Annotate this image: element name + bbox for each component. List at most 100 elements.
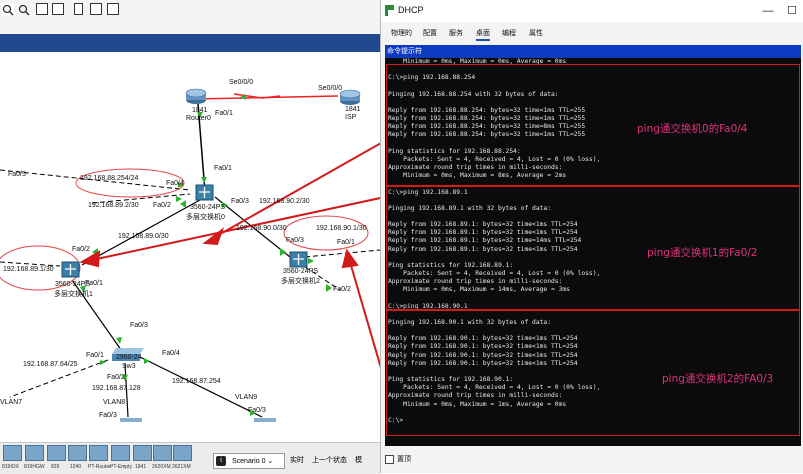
device-label: PT-Empty <box>110 464 132 470</box>
search-icon[interactable] <box>2 3 14 16</box>
palette-icon[interactable] <box>90 3 102 15</box>
label-ip-254: 192.168.88.254/24 <box>80 175 139 182</box>
label-r0-fa01: Fa0/1 <box>215 110 233 117</box>
ms0-label: 多层交换机0 <box>186 214 225 221</box>
device-2620xm-icon[interactable] <box>153 445 172 461</box>
label-ip-902: 192.168.90.2/30 <box>259 198 310 205</box>
pc-vlan8-icon[interactable] <box>120 418 142 422</box>
label-ip-891: 192.168.89.1/30 <box>3 266 54 273</box>
device-label: 1240 <box>70 464 82 470</box>
topology-header-bar <box>0 34 380 52</box>
highlight-ms2-fa03 <box>283 215 369 251</box>
device-label: 2620XM <box>152 464 171 470</box>
tab-physical[interactable]: 物理的 <box>391 28 412 38</box>
label-ms0-fa02: Fa0/2 <box>153 202 171 209</box>
device-label: 829 <box>51 464 60 470</box>
always-on-top-checkbox[interactable] <box>385 455 394 464</box>
router0-label: Router0 <box>186 115 211 122</box>
window-titlebar: DHCP — ☐ <box>381 0 803 22</box>
device-829-icon[interactable] <box>47 445 66 461</box>
isp-model: 1841 <box>345 106 361 113</box>
label-sw3-fa01: Fa0/1 <box>86 352 104 359</box>
label-ip-8764: 192.168.87.64/25 <box>23 361 78 368</box>
annotation-ms2: ping通交换机2的FA0/3 <box>662 373 774 385</box>
tab-bar: 物理的 配置 服务 桌面 编程 属性 <box>381 22 803 42</box>
device-pt-empty-icon[interactable] <box>111 445 130 461</box>
ms1-label: 多层交换机1 <box>54 291 93 298</box>
simulation-label[interactable]: 模 <box>355 455 362 465</box>
router0-model: 1841 <box>192 107 208 114</box>
label-se-right: Se0/0/0 <box>318 85 343 92</box>
previous-state-button[interactable]: 上一个状态 <box>312 455 347 465</box>
multilayer-switch1-icon[interactable] <box>61 261 80 278</box>
tab-programming[interactable]: 编程 <box>502 28 516 38</box>
ms2-label: 多层交换机2 <box>281 278 320 285</box>
pc-vlan9-icon[interactable] <box>254 418 276 422</box>
annotation-ms1: ping通交换机1的Fa0/2 <box>647 247 758 259</box>
command-prompt-header: 命令提示符 <box>385 45 801 58</box>
label-ms1-fa01: Fa0/1 <box>85 280 103 287</box>
zoom-icon[interactable] <box>18 3 30 16</box>
label-vlan8: VLAN8 <box>103 399 126 406</box>
isp-router-icon[interactable] <box>339 89 361 105</box>
label-ip-87128: 192.168.87.128 <box>92 385 141 392</box>
label-ms2-fa03: Fa0/3 <box>286 237 304 244</box>
tab-config[interactable]: 配置 <box>423 28 437 38</box>
ms0-model: 3560-24PS <box>190 204 226 211</box>
label-ip-900: 192.168.90.0/30 <box>236 225 287 232</box>
label-se-left: Se0/0/0 <box>229 79 254 86</box>
device-819hgw-icon[interactable] <box>25 445 44 461</box>
label-fa03-b: Fa0/3 <box>248 407 266 414</box>
topology-canvas[interactable]: Se0/0/0 Se0/0/0 1841 Router0 Fa0/1 1841 … <box>0 52 380 442</box>
device-1240-icon[interactable] <box>68 445 87 461</box>
scenario-value: Scenario 0 <box>232 458 266 465</box>
sw3-label: Sw3 <box>122 363 136 370</box>
label-sw3-fa02: Fa0/2 <box>107 374 125 381</box>
device-1841-icon[interactable] <box>133 445 152 461</box>
maximize-button[interactable]: ☐ <box>783 2 801 20</box>
device-label: 2621XM <box>172 464 191 470</box>
device-label: 819IOX <box>2 464 19 470</box>
device-label: PT-Router <box>88 464 111 470</box>
link-ms2-out <box>304 249 380 258</box>
label-ms0-fa04: Fa0/4 <box>166 180 184 187</box>
device-819iox-icon[interactable] <box>3 445 22 461</box>
device-pt-router-icon[interactable] <box>89 445 108 461</box>
ms2-model: 3560-24PS <box>283 268 319 275</box>
window-title: DHCP <box>398 5 424 15</box>
label-ms2-fa01: Fa0/1 <box>337 239 355 246</box>
topology-toolbar <box>0 0 380 34</box>
label-vlan7: VLAN7 <box>0 399 23 406</box>
label-ms0-fa03: Fa0/3 <box>231 198 249 205</box>
label-ip-901: 192.168.90.1/30 <box>316 225 367 232</box>
label-ip-890: 192.168.89.0/30 <box>118 233 169 240</box>
command-prompt-terminal[interactable]: Minimum = 0ms, Maximum = 0ms, Average = … <box>385 58 801 446</box>
link-sw3-vlan9 <box>139 356 263 418</box>
always-on-top-label: 置顶 <box>397 456 411 463</box>
tab-desktop[interactable]: 桌面 <box>476 28 490 41</box>
multilayer-switch2-icon[interactable] <box>289 251 308 268</box>
router0-icon[interactable] <box>185 88 207 104</box>
rect-select-icon[interactable] <box>36 3 48 15</box>
label-ip-87254: 192.168.87.254 <box>172 378 221 385</box>
scenario-icon: i <box>216 456 226 466</box>
realtime-label[interactable]: 实时 <box>290 455 304 465</box>
device-2621xm-icon[interactable] <box>173 445 192 461</box>
label-ms0-fa01: Fa0/1 <box>214 165 232 172</box>
multilayer-switch0-icon[interactable] <box>195 184 214 201</box>
window-icon[interactable] <box>52 3 64 15</box>
label-ms1-fa02: Fa0/2 <box>72 246 90 253</box>
custom-pdu-icon[interactable] <box>107 3 119 15</box>
device-label: 819HGW <box>24 464 45 470</box>
label-fa03-a: Fa0/3 <box>99 412 117 419</box>
label-ms2-fa02: Fa0/2 <box>333 286 351 293</box>
tab-services[interactable]: 服务 <box>449 28 463 38</box>
note-icon[interactable] <box>74 3 83 15</box>
label-fa05: Fa0/5 <box>8 171 26 178</box>
tab-attributes[interactable]: 属性 <box>529 28 543 38</box>
dhcp-window: DHCP — ☐ 物理的 配置 服务 桌面 编程 属性 命令提示符 Minimu… <box>380 0 803 473</box>
app-icon <box>385 5 394 16</box>
minimize-button[interactable]: — <box>759 2 777 20</box>
device-label: 1841 <box>135 464 147 470</box>
label-sw3-fa03: Fa0/3 <box>130 322 148 329</box>
